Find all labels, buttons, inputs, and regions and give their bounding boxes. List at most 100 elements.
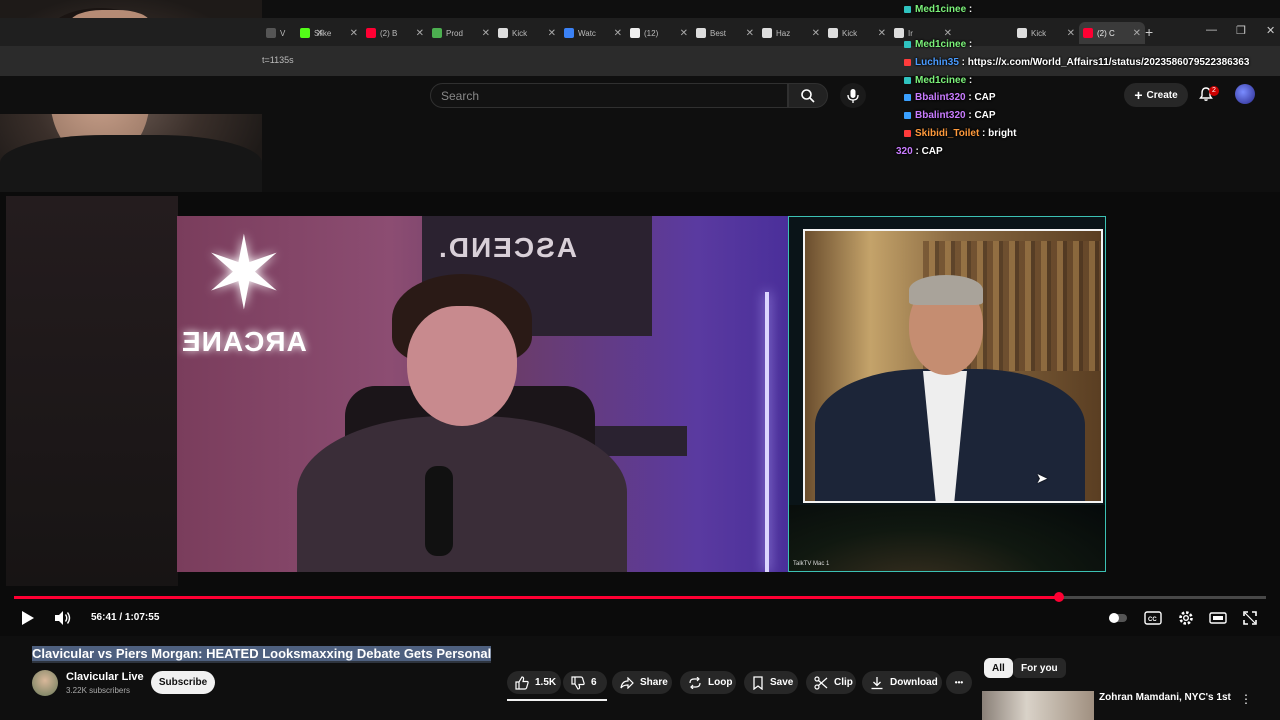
thumbs-up-icon — [515, 675, 529, 690]
progress-bar[interactable] — [14, 592, 1266, 602]
settings-button[interactable] — [1175, 608, 1197, 628]
download-icon — [871, 676, 883, 689]
mouse-cursor-icon: ➤ — [1036, 470, 1048, 486]
chat-message: Luchin35 : https://x.com/World_Affairs11… — [896, 57, 1249, 68]
autoplay-toggle[interactable] — [1108, 608, 1128, 628]
browser-tab[interactable]: Kick ✕ — [824, 22, 890, 44]
tab-close-icon[interactable]: ✕ — [746, 28, 754, 39]
chat-message: Bbalint320 : CAP — [896, 92, 996, 103]
search-icon — [801, 88, 815, 103]
browser-tab-label: (2) C — [1097, 28, 1115, 38]
close-window-icon[interactable]: ✕ — [1266, 24, 1275, 37]
chat-text: : — [966, 39, 973, 50]
tab-close-icon[interactable]: ✕ — [416, 28, 424, 39]
browser-tab[interactable]: Prod ✕ — [428, 22, 494, 44]
poster-text: ASCEND. — [437, 232, 578, 263]
recommended-video-title[interactable]: Zohran Mamdani, NYC's 1st — [1099, 692, 1231, 703]
chat-text: : CAP — [965, 92, 996, 103]
chat-text: : — [966, 4, 973, 15]
mute-button[interactable] — [52, 608, 74, 628]
save-button[interactable]: Save — [744, 671, 798, 694]
minimize-icon[interactable]: — — [1206, 24, 1217, 36]
fullscreen-button[interactable] — [1239, 608, 1261, 628]
chat-badge-icon — [904, 111, 911, 119]
clip-button[interactable]: Clip — [806, 671, 856, 694]
tab-close-icon[interactable]: ✕ — [1067, 28, 1075, 39]
browser-tab[interactable]: (2) B ✕ — [362, 22, 428, 44]
player-side-dim — [6, 196, 178, 586]
browser-tab[interactable]: Slike ✕ — [296, 22, 362, 44]
webcam-body — [0, 135, 262, 192]
tab-close-icon[interactable]: ✕ — [548, 28, 556, 39]
progress-fill — [14, 596, 1059, 599]
chip-for-you[interactable]: For you — [1013, 658, 1066, 678]
play-icon — [22, 611, 34, 625]
more-horizontal-icon: ••• — [954, 678, 964, 687]
loop-icon — [689, 676, 701, 689]
account-avatar[interactable] — [1235, 84, 1255, 104]
x-icon — [696, 28, 706, 38]
progress-scrubber[interactable] — [1054, 592, 1064, 602]
create-button[interactable]: + Create — [1124, 83, 1188, 107]
loop-button[interactable]: Loop — [680, 671, 736, 694]
recommended-video-thumbnail[interactable] — [982, 691, 1094, 720]
bookmark-icon — [753, 675, 763, 690]
browser-tab-label: Slike — [314, 28, 332, 38]
tab-close-icon[interactable]: ✕ — [614, 28, 622, 39]
chat-badge-icon — [904, 93, 911, 101]
captions-button[interactable]: CC — [1142, 608, 1164, 628]
tab-close-icon[interactable]: ✕ — [680, 28, 688, 39]
browser-tab[interactable]: Best ✕ — [692, 22, 758, 44]
dislike-button[interactable]: 6 — [563, 671, 607, 694]
main-video-frame[interactable]: ASCEND. ✶ ARCANE — [177, 216, 788, 572]
chat-text: : CAP — [912, 146, 943, 157]
tab-close-icon[interactable]: ✕ — [878, 28, 886, 39]
play-button[interactable] — [18, 608, 38, 628]
like-count: 1.5K — [535, 677, 557, 688]
subscribe-button[interactable]: Subscribe — [151, 671, 215, 694]
channel-avatar[interactable] — [32, 670, 58, 696]
share-label: Share — [640, 677, 668, 688]
channel-name[interactable]: Clavicular Live — [66, 671, 144, 683]
browser-tab-label: (12) — [644, 28, 659, 38]
host-hair — [909, 275, 983, 305]
tiktok-icon — [630, 28, 640, 38]
save-label: Save — [770, 677, 794, 688]
new-tab-button[interactable]: + — [1145, 24, 1153, 40]
browser-tab[interactable]: (12) ✕ — [626, 22, 692, 44]
chat-username: Med1cinee — [915, 39, 967, 50]
guest-body — [297, 416, 627, 572]
search-button[interactable] — [788, 83, 828, 108]
tab-close-icon[interactable]: ✕ — [1133, 28, 1141, 39]
chip-all[interactable]: All — [984, 658, 1013, 678]
voice-search-button[interactable] — [840, 83, 866, 108]
chat-username: Med1cinee — [915, 75, 967, 86]
browser-tab-label: Watc — [578, 28, 596, 38]
neon-sign-text: ARCANE — [181, 326, 307, 357]
more-actions-button[interactable]: ••• — [946, 671, 972, 694]
browser-tab[interactable]: Kick ✕ — [494, 22, 560, 44]
browser-tab[interactable]: Kick ✕ — [1013, 22, 1079, 44]
download-label: Download — [890, 677, 938, 688]
tab-close-icon[interactable]: ✕ — [350, 28, 358, 39]
video-title: Clavicular vs Piers Morgan: HEATED Looks… — [32, 646, 492, 663]
share-button[interactable]: Share — [612, 671, 672, 694]
tab-close-icon[interactable]: ✕ — [482, 28, 490, 39]
download-button[interactable]: Download — [862, 671, 942, 694]
chat-badge-icon — [904, 58, 911, 66]
browser-tab[interactable]: Haz ✕ — [758, 22, 824, 44]
like-button[interactable]: 1.5K — [507, 671, 561, 694]
youtube-icon — [366, 28, 376, 38]
tab-close-icon[interactable]: ✕ — [944, 28, 952, 39]
chat-username: Bbalint320 — [915, 110, 966, 121]
theater-mode-button[interactable] — [1207, 608, 1229, 628]
chat-username: Luchin35 — [915, 57, 959, 68]
browser-tab[interactable]: (2) C ✕ — [1079, 22, 1145, 44]
restore-icon[interactable]: ❐ — [1236, 24, 1246, 37]
search-input[interactable]: Search — [430, 83, 788, 108]
url-text[interactable]: t=1135s — [262, 55, 294, 65]
kebab-menu-icon[interactable]: ⋮ — [1240, 692, 1252, 706]
loop-label: Loop — [708, 677, 733, 688]
tab-close-icon[interactable]: ✕ — [812, 28, 820, 39]
browser-tab[interactable]: Watc ✕ — [560, 22, 626, 44]
